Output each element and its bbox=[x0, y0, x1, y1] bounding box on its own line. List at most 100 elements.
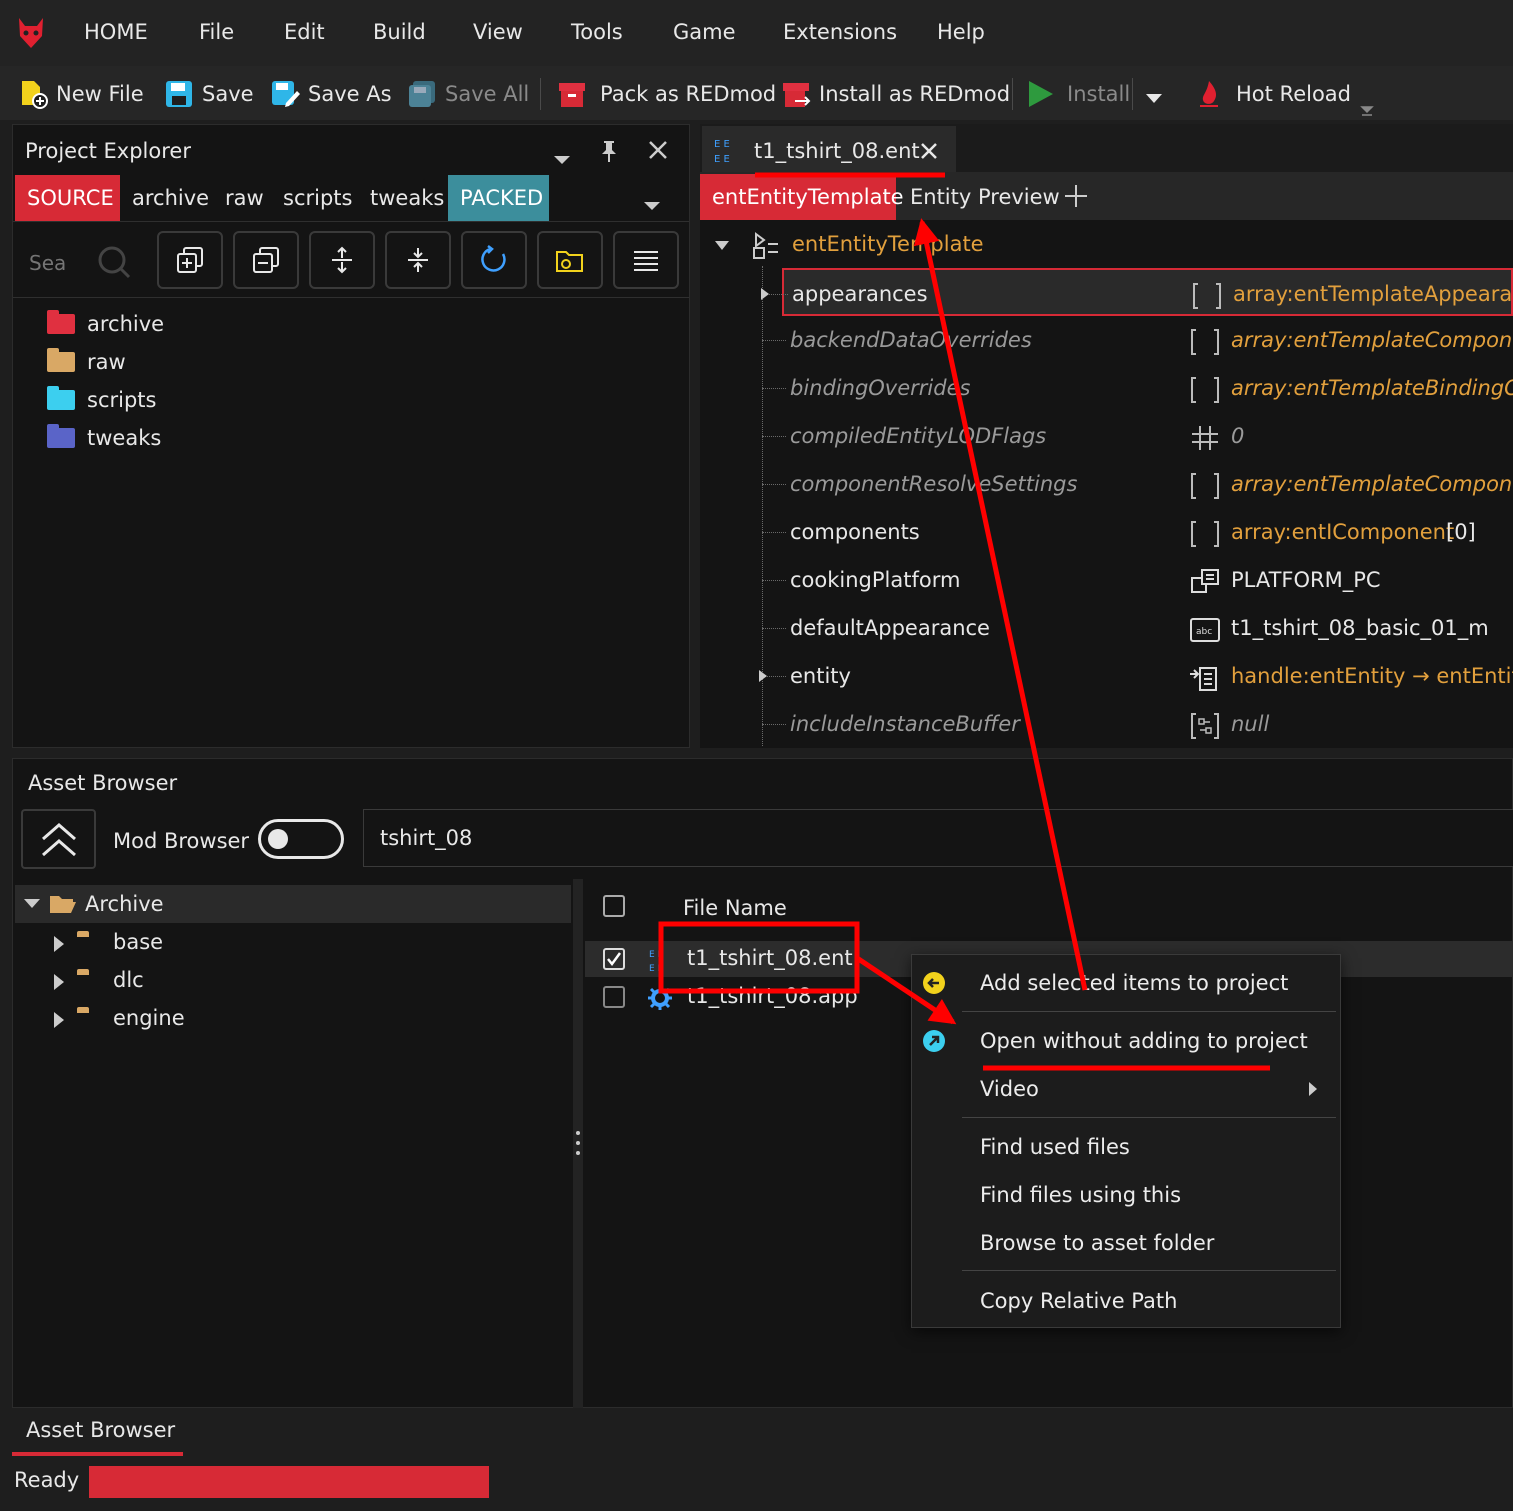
expand-all-button[interactable] bbox=[157, 231, 223, 289]
tab-scripts[interactable]: scripts bbox=[271, 175, 364, 221]
subtab-entity-template[interactable]: entEntityTemplate bbox=[700, 174, 904, 220]
property-value: array:entTemplateComponent bbox=[1231, 328, 1513, 352]
new-file-button[interactable]: New File bbox=[18, 78, 144, 110]
close-panel-icon[interactable] bbox=[647, 139, 669, 166]
project-explorer-title: Project Explorer bbox=[25, 139, 191, 163]
bottom-tab-asset-browser[interactable]: Asset Browser bbox=[26, 1418, 175, 1442]
menu-file[interactable]: File bbox=[199, 20, 234, 44]
template-node-icon bbox=[753, 232, 778, 259]
play-icon bbox=[1025, 79, 1055, 109]
property-row[interactable]: backendDataOverrides array:entTemplateCom… bbox=[700, 316, 1513, 364]
save-button[interactable]: Save bbox=[164, 78, 254, 110]
toolbar-separator bbox=[540, 78, 541, 110]
expand-chevron-right-icon[interactable] bbox=[760, 287, 770, 301]
install-button[interactable]: Install bbox=[1025, 78, 1130, 110]
property-row[interactable]: components array:entIComponent [0] bbox=[700, 508, 1513, 556]
expand-chevron-right-icon bbox=[54, 974, 64, 990]
menu-tools[interactable]: Tools bbox=[571, 20, 623, 44]
tab-source[interactable]: SOURCE bbox=[15, 175, 120, 221]
file-tab[interactable]: E E E E t1_tshirt_08.ent bbox=[702, 126, 956, 172]
menu-edit[interactable]: Edit bbox=[284, 20, 325, 44]
property-row[interactable]: appearances array:entTemplateAppearance bbox=[761, 268, 1513, 316]
tree-item-engine[interactable]: engine bbox=[51, 1001, 551, 1037]
property-row[interactable]: bindingOverrides array:entTemplateBinding… bbox=[700, 364, 1513, 412]
menu-home[interactable]: HOME bbox=[84, 20, 148, 44]
pack-redmod-button[interactable]: Pack as REDmod bbox=[557, 78, 776, 110]
asset-search-field[interactable]: tshirt_08 bbox=[363, 809, 1513, 867]
array-brackets-icon bbox=[1188, 328, 1222, 355]
tree-archive-row[interactable]: Archive bbox=[15, 885, 571, 923]
install-dropdown-chevron-down-icon[interactable] bbox=[1144, 86, 1164, 110]
menu-help[interactable]: Help bbox=[937, 20, 985, 44]
expand-vertical-button[interactable] bbox=[309, 231, 375, 289]
panel-menu-chevron-down-icon[interactable] bbox=[553, 147, 571, 171]
select-all-checkbox[interactable] bbox=[603, 895, 625, 917]
project-folder-raw[interactable]: raw bbox=[47, 345, 126, 379]
column-file-name[interactable]: File Name bbox=[683, 896, 787, 920]
array-brackets-icon bbox=[1188, 472, 1222, 499]
menu-item-find-files-using[interactable]: Find files using this bbox=[980, 1183, 1181, 1207]
go-up-button[interactable] bbox=[21, 809, 96, 869]
property-row[interactable]: defaultAppearance abc t1_tshirt_08_basic_0… bbox=[700, 604, 1513, 652]
menu-item-add-selected[interactable]: Add selected items to project bbox=[980, 971, 1288, 995]
collapse-all-button[interactable] bbox=[233, 231, 299, 289]
install-redmod-button[interactable]: Install as REDmod bbox=[781, 78, 1010, 110]
menu-item-open-without-adding[interactable]: Open without adding to project bbox=[980, 1029, 1308, 1053]
tree-item-label: base bbox=[113, 930, 164, 954]
property-row[interactable]: compiledEntityLODFlags 0 bbox=[700, 412, 1513, 460]
property-row[interactable]: includeInstanceBuffer null bbox=[700, 700, 1513, 748]
menu-extensions[interactable]: Extensions bbox=[783, 20, 897, 44]
subtab-entity-preview[interactable]: Entity Preview bbox=[898, 174, 1072, 220]
menu-button[interactable] bbox=[613, 231, 679, 289]
project-search-input[interactable] bbox=[27, 247, 91, 279]
menu-item-video[interactable]: Video bbox=[980, 1077, 1039, 1101]
mod-browser-label: Mod Browser bbox=[113, 829, 250, 853]
file-checkbox[interactable] bbox=[603, 986, 625, 1008]
tab-packed[interactable]: PACKED bbox=[448, 175, 549, 221]
svg-text:abc: abc bbox=[1196, 627, 1212, 637]
save-all-button[interactable]: Save All bbox=[407, 78, 529, 110]
expand-chevron-right-icon[interactable] bbox=[758, 669, 768, 683]
tree-item-base[interactable]: base bbox=[51, 925, 551, 961]
checkmark-icon bbox=[607, 952, 622, 967]
splitter-handle[interactable] bbox=[573, 879, 583, 1409]
folder-label: tweaks bbox=[87, 426, 162, 450]
tabs-overflow-chevron-down-icon[interactable] bbox=[643, 193, 661, 217]
tree-guide bbox=[762, 436, 786, 437]
menu-item-copy-relative-path[interactable]: Copy Relative Path bbox=[980, 1289, 1177, 1313]
project-folder-scripts[interactable]: scripts bbox=[47, 383, 156, 417]
property-row[interactable]: entity handle:entEntity → entEntity bbox=[700, 652, 1513, 700]
project-folder-archive[interactable]: archive bbox=[47, 307, 164, 341]
tree-item-dlc[interactable]: dlc bbox=[51, 963, 551, 999]
project-explorer-panel: Project Explorer SOURCE archive raw scri… bbox=[12, 124, 690, 748]
menu-game[interactable]: Game bbox=[673, 20, 736, 44]
save-as-button[interactable]: Save As bbox=[270, 78, 392, 110]
tab-archive[interactable]: archive bbox=[120, 175, 221, 221]
file-checkbox[interactable] bbox=[603, 948, 625, 970]
tab-tweaks[interactable]: tweaks bbox=[358, 175, 456, 221]
search-icon[interactable] bbox=[97, 245, 131, 284]
divider bbox=[13, 221, 689, 222]
handle-icon bbox=[1188, 664, 1222, 691]
property-row[interactable]: componentResolveSettings array:entTemplat… bbox=[700, 460, 1513, 508]
menu-view[interactable]: View bbox=[473, 20, 523, 44]
property-value: array:entTemplateComponent bbox=[1231, 472, 1513, 496]
mod-browser-toggle[interactable] bbox=[258, 819, 344, 859]
hot-reload-button[interactable]: Hot Reload bbox=[1194, 78, 1351, 110]
project-folder-tweaks[interactable]: tweaks bbox=[47, 421, 161, 455]
expand-all-icon bbox=[177, 247, 203, 273]
close-tab-icon[interactable] bbox=[920, 142, 938, 160]
pin-icon[interactable] bbox=[599, 139, 619, 168]
collapse-vertical-button[interactable] bbox=[385, 231, 451, 289]
refresh-button[interactable] bbox=[461, 231, 527, 289]
menu-item-browse-folder[interactable]: Browse to asset folder bbox=[980, 1231, 1214, 1255]
menu-item-find-used-files[interactable]: Find used files bbox=[980, 1135, 1130, 1159]
menu-build[interactable]: Build bbox=[373, 20, 426, 44]
expand-chevron-down-icon[interactable] bbox=[714, 240, 730, 252]
tab-raw[interactable]: raw bbox=[213, 175, 276, 221]
open-folder-button[interactable] bbox=[537, 231, 603, 289]
add-tab-plus-icon[interactable] bbox=[1064, 184, 1088, 213]
property-value: handle:entEntity → entEntity bbox=[1231, 664, 1513, 688]
property-row[interactable]: cookingPlatform PLATFORM_PC bbox=[700, 556, 1513, 604]
toolbar-overflow-icon[interactable] bbox=[1360, 98, 1374, 122]
